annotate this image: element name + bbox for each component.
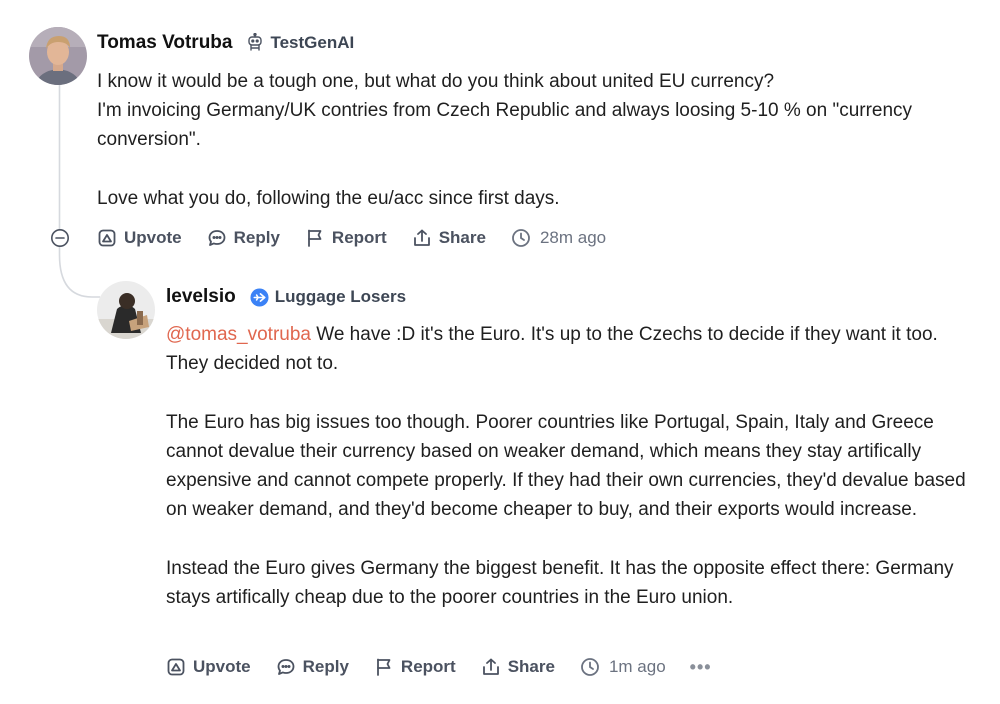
share-label: Share [507, 657, 555, 676]
share-icon [482, 658, 499, 675]
comment-header: levelsio Luggage Losers [166, 284, 406, 310]
upvote-button[interactable]: Upvote [97, 228, 182, 248]
avatar[interactable] [97, 281, 155, 339]
airplane-icon [250, 287, 269, 307]
speech-bubble-icon [277, 659, 295, 675]
reply-button[interactable]: Reply [276, 657, 349, 677]
comment-line: Instead the Euro gives Germany the bigge… [166, 557, 954, 608]
mention-link[interactable]: @tomas_votruba [166, 324, 311, 345]
avatar[interactable] [29, 27, 87, 85]
clock-icon [512, 229, 530, 247]
comment-body: I know it would be a tough one, but what… [97, 67, 977, 213]
comment-actions: Upvote Reply Report Share 1m ago ••• [166, 655, 712, 679]
badge-label: TestGenAI [270, 33, 355, 52]
share-button[interactable]: Share [412, 228, 486, 248]
speech-bubble-icon [208, 230, 226, 246]
more-options-button[interactable]: ••• [690, 657, 712, 678]
reply-label: Reply [302, 657, 349, 676]
author-badge[interactable]: TestGenAI [246, 33, 354, 53]
badge-label: Luggage Losers [274, 287, 407, 306]
share-icon [413, 229, 430, 246]
flag-icon [377, 658, 391, 676]
author-name[interactable]: Tomas Votruba [97, 32, 232, 54]
comment-header: Tomas Votruba TestGenAI [97, 30, 354, 56]
timestamp[interactable]: 1m ago [580, 657, 666, 677]
author-badge[interactable]: Luggage Losers [250, 287, 406, 307]
thread-line [58, 85, 100, 298]
comment-line: @tomas_votruba We have :D it's the Euro.… [166, 320, 971, 378]
minus-circle-icon [51, 229, 69, 247]
comment-body: @tomas_votruba We have :D it's the Euro.… [166, 320, 971, 612]
comment-line: The Euro has big issues too though. Poor… [166, 411, 966, 521]
comment-line: Love what you do, following the eu/acc s… [97, 187, 560, 209]
share-label: Share [438, 228, 486, 247]
report-button[interactable]: Report [374, 657, 456, 677]
upvote-button[interactable]: Upvote [166, 657, 251, 677]
reply-button[interactable]: Reply [207, 228, 280, 248]
share-button[interactable]: Share [481, 657, 555, 677]
upvote-icon [167, 658, 185, 676]
flag-icon [308, 229, 322, 247]
upvote-label: Upvote [124, 228, 182, 247]
timestamp-label: 1m ago [608, 657, 666, 676]
author-name[interactable]: levelsio [166, 286, 236, 308]
comment-line: I know it would be a tough one, but what… [97, 71, 775, 92]
collapse-thread-button[interactable] [50, 228, 70, 248]
comment-actions: Upvote Reply Report Share 28m ago [97, 226, 630, 250]
upvote-icon [98, 229, 116, 247]
reply-label: Reply [233, 228, 280, 247]
upvote-label: Upvote [193, 657, 251, 676]
comment-line: I'm invoicing Germany/UK contries from C… [97, 100, 913, 151]
report-label: Report [400, 657, 456, 676]
report-button[interactable]: Report [305, 228, 387, 248]
timestamp-label: 28m ago [539, 228, 607, 247]
robot-icon [248, 33, 263, 51]
report-label: Report [331, 228, 387, 247]
clock-icon [581, 658, 599, 676]
timestamp[interactable]: 28m ago [511, 228, 606, 248]
